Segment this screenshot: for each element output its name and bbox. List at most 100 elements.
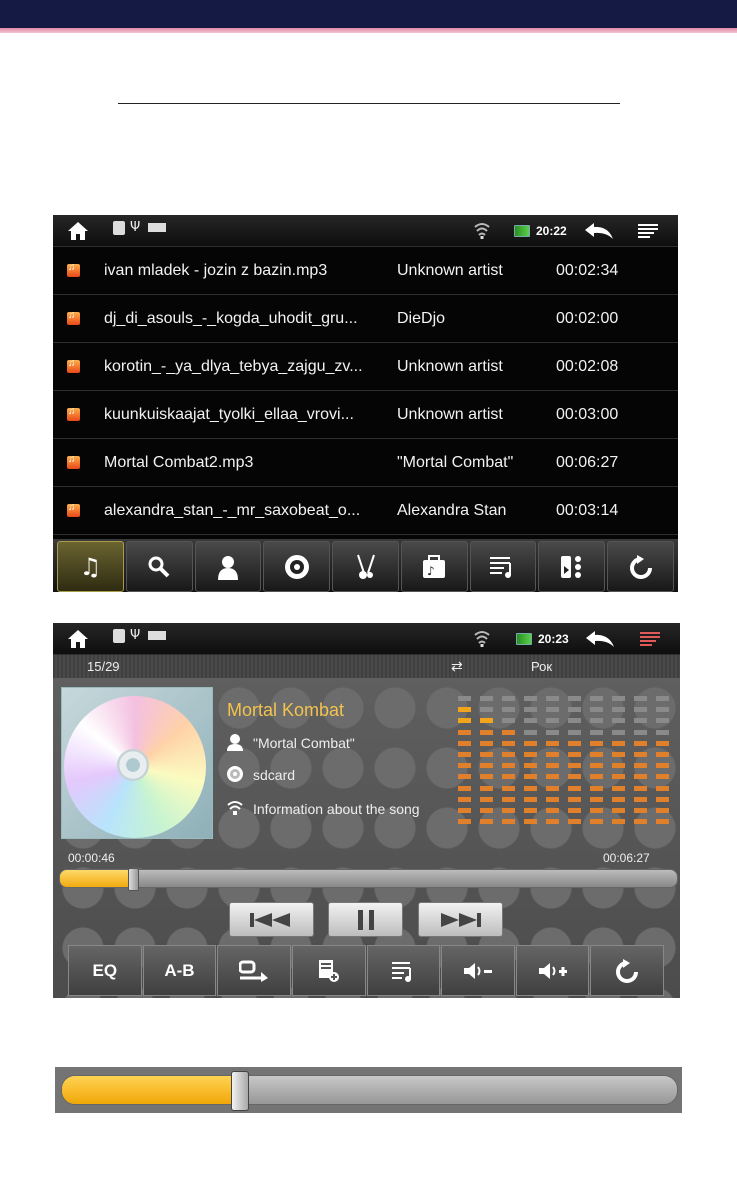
back-icon[interactable] <box>585 630 615 648</box>
spectrum-segment <box>568 740 581 746</box>
playlist-icon <box>490 556 512 578</box>
artist-icon <box>227 734 243 751</box>
previous-button[interactable] <box>229 902 314 937</box>
spectrum-segment <box>612 774 625 780</box>
playlist-icon <box>392 961 412 982</box>
tab-refresh[interactable] <box>607 541 675 592</box>
spectrum-segment <box>612 785 625 791</box>
pause-button[interactable] <box>328 902 403 937</box>
seek-bar-closeup <box>55 1067 682 1113</box>
seek-track[interactable] <box>61 1075 678 1105</box>
tab-now-playing[interactable] <box>538 541 606 592</box>
spectrum-segment <box>458 740 471 746</box>
next-button[interactable] <box>418 902 503 937</box>
tab-artists[interactable] <box>194 541 262 592</box>
tab-genres[interactable] <box>332 541 399 592</box>
spectrum-segment <box>568 808 581 813</box>
spectrum-segment <box>634 740 647 746</box>
wifi-icon <box>474 223 490 239</box>
spectrum-segment <box>480 718 493 724</box>
repeat-mode-button[interactable] <box>217 945 291 996</box>
home-icon[interactable] <box>67 221 89 241</box>
tab-playlists[interactable] <box>469 541 537 592</box>
spectrum-visualizer <box>458 696 680 836</box>
spectrum-segment <box>568 707 581 713</box>
spectrum-segment <box>546 796 559 802</box>
track-duration: 00:02:00 <box>556 310 619 327</box>
spectrum-segment <box>634 819 647 825</box>
seek-handle[interactable] <box>128 868 140 891</box>
time-total: 00:06:27 <box>603 851 650 865</box>
refresh-button[interactable] <box>590 945 664 996</box>
spectrum-segment <box>612 796 625 802</box>
spectrum-segment <box>458 718 471 724</box>
track-artist: "Mortal Combat" <box>397 454 514 471</box>
home-icon[interactable] <box>67 629 89 649</box>
spectrum-segment <box>656 819 669 825</box>
spectrum-segment <box>502 774 515 780</box>
track-duration: 00:02:08 <box>556 358 619 375</box>
track-row[interactable]: korotin_-_ya_dlya_tebya_zajgu_zv... Unkn… <box>53 343 678 391</box>
now-playing-screen: Ψ 20:23 15/29 ⇄ Рок Mortal Kombat "Morta… <box>53 623 680 998</box>
tab-music[interactable]: ♫ <box>57 541 124 592</box>
tab-folders[interactable]: ♪ <box>400 541 468 592</box>
status-bar: Ψ 20:22 <box>53 215 678 247</box>
volume-up-button[interactable] <box>515 945 590 996</box>
add-to-playlist-button[interactable] <box>291 945 366 996</box>
song-title: Mortal Kombat <box>227 700 345 720</box>
spectrum-segment <box>458 774 471 780</box>
spectrum-segment <box>524 707 537 713</box>
audio-file-icon <box>67 406 80 421</box>
spectrum-segment <box>590 707 603 713</box>
track-name: alexandra_stan_-_mr_saxobeat_o... <box>104 502 361 519</box>
playlist-button[interactable] <box>366 945 441 996</box>
spectrum-segment <box>502 763 515 769</box>
refresh-icon <box>629 554 652 579</box>
track-artist: Alexandra Stan <box>397 502 507 519</box>
spectrum-segment <box>612 740 625 746</box>
spectrum-segment <box>656 752 669 757</box>
volume-down-button[interactable] <box>441 945 515 996</box>
playing-indicator-icon <box>148 223 166 232</box>
audio-file-icon <box>67 262 80 277</box>
spectrum-segment <box>502 808 515 813</box>
spectrum-segment <box>634 718 647 724</box>
spectrum-segment <box>502 752 515 757</box>
track-row[interactable]: alexandra_stan_-_mr_saxobeat_o... Alexan… <box>53 487 678 535</box>
track-row[interactable]: Mortal Combat2.mp3 "Mortal Combat" 00:06… <box>53 439 678 487</box>
spectrum-segment <box>546 763 559 769</box>
seek-bar[interactable] <box>59 869 678 888</box>
audio-file-icon <box>67 310 80 325</box>
spectrum-segment <box>458 729 471 735</box>
spectrum-segment <box>656 707 669 713</box>
menu-icon[interactable] <box>640 632 662 646</box>
track-row[interactable]: ivan mladek - jozin z bazin.mp3 Unknown … <box>53 247 678 295</box>
track-row[interactable]: dj_di_asouls_-_kogda_uhodit_gru... DieDj… <box>53 295 678 343</box>
spectrum-segment <box>612 752 625 757</box>
spectrum-segment <box>590 718 603 724</box>
spectrum-segment <box>524 718 537 724</box>
back-icon[interactable] <box>584 222 614 240</box>
spectrum-segment <box>502 718 515 724</box>
folder-icon: ♪ <box>423 554 446 578</box>
spectrum-segment <box>656 774 669 780</box>
repeat-icon[interactable]: ⇄ <box>451 658 463 675</box>
eq-button[interactable]: EQ <box>68 945 142 996</box>
song-info: Information about the song <box>253 801 420 817</box>
tab-albums[interactable] <box>263 541 331 592</box>
ab-repeat-button[interactable]: A-B <box>142 945 217 996</box>
track-row[interactable]: kuunkuiskaajat_tyolki_ellaa_vrovi... Unk… <box>53 391 678 439</box>
menu-icon[interactable] <box>638 224 660 238</box>
spectrum-segment <box>590 774 603 780</box>
spectrum-segment <box>480 752 493 757</box>
seek-progress <box>62 1076 241 1104</box>
tab-search[interactable] <box>125 541 193 592</box>
music-note-icon: ♫ <box>79 552 102 581</box>
spectrum-segment <box>612 729 625 735</box>
cd-hole <box>117 749 149 781</box>
seek-handle[interactable] <box>231 1071 250 1111</box>
genre-icon <box>356 554 375 579</box>
next-icon <box>440 912 481 927</box>
audio-file-icon <box>67 358 80 373</box>
spectrum-segment <box>502 696 515 701</box>
